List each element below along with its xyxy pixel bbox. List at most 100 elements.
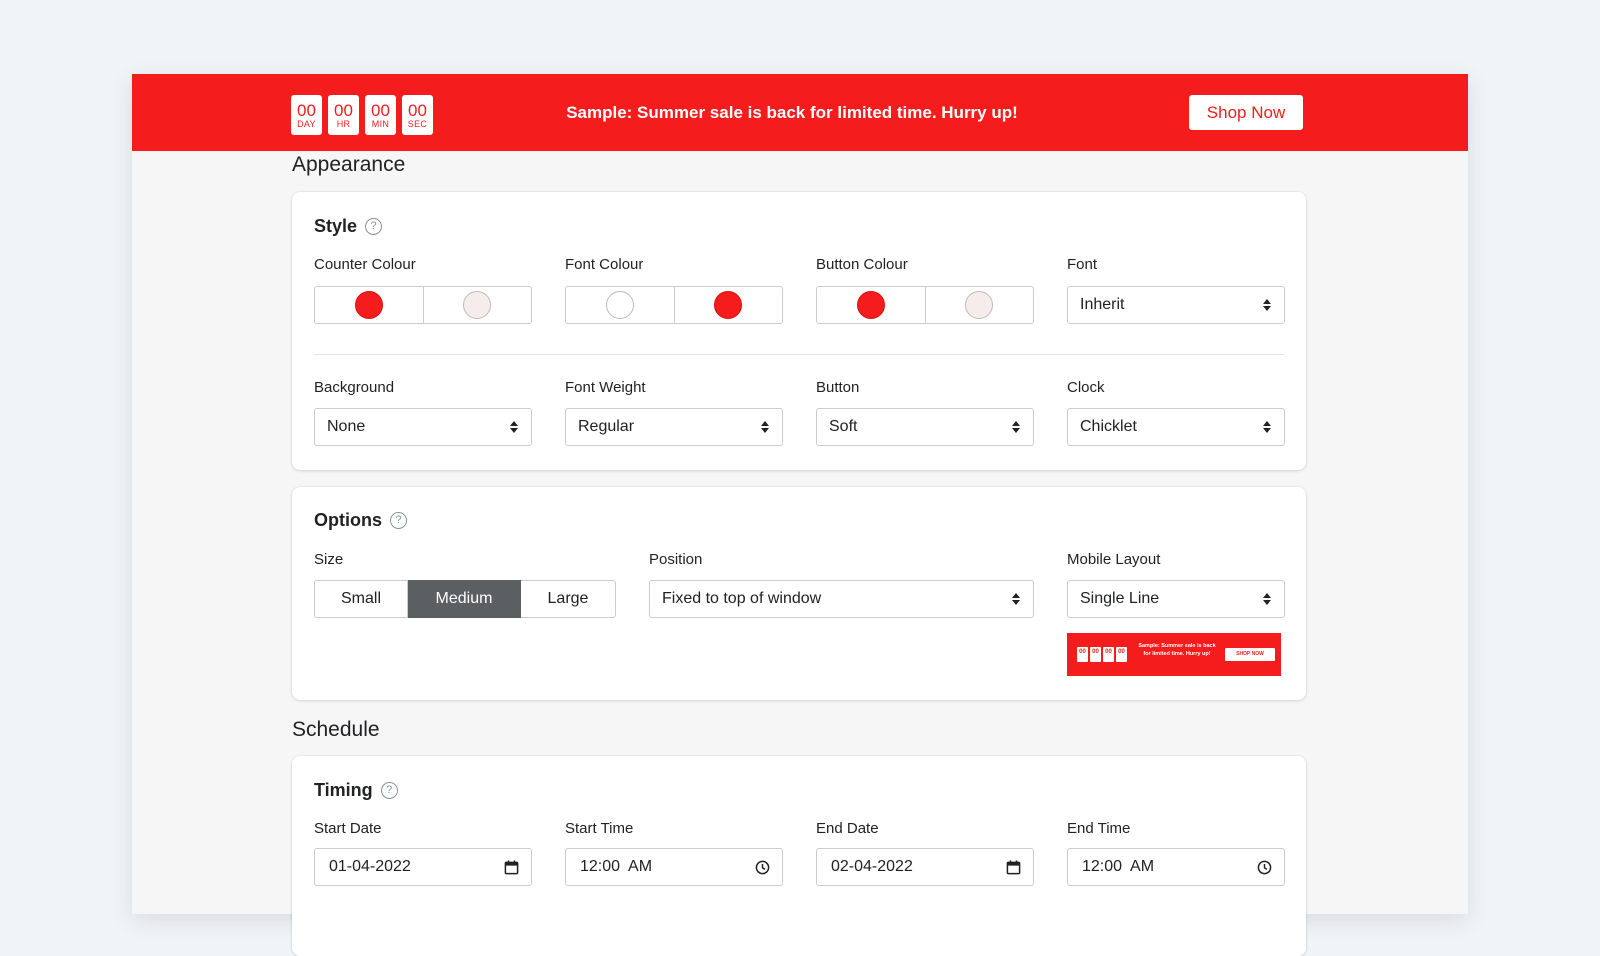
- size-option-small[interactable]: Small: [314, 580, 408, 618]
- counter-second-unit: SEC: [407, 118, 428, 129]
- mobile-layout-select[interactable]: Single Line: [1067, 580, 1285, 618]
- button-colour-picker: [816, 286, 1034, 324]
- button-style-select-value: Soft: [829, 418, 858, 435]
- counter-minute: 00 MIN: [365, 95, 396, 135]
- calendar-icon[interactable]: [1006, 860, 1021, 875]
- end-time-label: End Time: [1067, 820, 1131, 837]
- font-weight-label: Font Weight: [565, 379, 646, 396]
- shop-now-button[interactable]: Shop Now: [1189, 95, 1303, 130]
- select-arrows-icon: [1263, 297, 1271, 313]
- counter-day-unit: DAY: [297, 118, 316, 129]
- end-time-value: 12:00 AM: [1082, 858, 1155, 875]
- end-date-input[interactable]: 02-04-2022: [816, 848, 1034, 886]
- position-select-value: Fixed to top of window: [662, 590, 822, 607]
- mobile-layout-preview: 00 00 00 00 Sample: Summer sale is back …: [1067, 633, 1281, 676]
- style-title: Style ?: [314, 216, 383, 237]
- button-colour-text-swatch[interactable]: [924, 287, 1034, 323]
- color-dot: [714, 291, 743, 319]
- clock-select-value: Chicklet: [1080, 418, 1137, 435]
- countdown-banner: 00 DAY 00 HR 00 MIN 00 SEC Sample: Summe…: [132, 74, 1468, 151]
- clock-icon[interactable]: [755, 860, 770, 875]
- color-dot: [605, 291, 634, 319]
- options-title: Options ?: [314, 510, 407, 531]
- font-select[interactable]: Inherit: [1067, 286, 1285, 324]
- start-date-value: 01-04-2022: [329, 858, 411, 875]
- options-card: Options ? Size Small Medium Large Positi…: [292, 487, 1306, 700]
- button-style-label: Button: [816, 379, 860, 396]
- button-style-select[interactable]: Soft: [816, 408, 1034, 446]
- counter-hour-value: 00: [334, 100, 353, 120]
- background-select-value: None: [327, 418, 366, 435]
- font-weight-select[interactable]: Regular: [565, 408, 783, 446]
- font-colour-secondary-swatch[interactable]: [673, 287, 783, 323]
- question-circle-icon[interactable]: ?: [380, 782, 398, 799]
- position-label: Position: [649, 551, 703, 568]
- start-time-value: 12:00 AM: [580, 858, 653, 875]
- banner-message: Sample: Summer sale is back for limited …: [566, 103, 1018, 122]
- start-time-input[interactable]: 12:00 AM: [565, 848, 783, 886]
- start-time-label: Start Time: [565, 820, 634, 837]
- background-select[interactable]: None: [314, 408, 532, 446]
- counter-second-value: 00: [408, 100, 427, 120]
- color-dot: [965, 291, 994, 319]
- size-segmented-control: Small Medium Large: [314, 580, 616, 618]
- counter-minute-unit: MIN: [371, 118, 390, 129]
- select-arrows-icon: [761, 419, 769, 435]
- options-title-text: Options: [314, 510, 382, 530]
- position-select[interactable]: Fixed to top of window: [649, 580, 1034, 618]
- counter-minute-value: 00: [371, 100, 390, 120]
- select-arrows-icon: [510, 419, 518, 435]
- counter-colour-label: Counter Colour: [314, 256, 416, 273]
- counter-colour-picker: [314, 286, 532, 324]
- size-option-large[interactable]: Large: [521, 580, 616, 618]
- end-date-value: 02-04-2022: [831, 858, 913, 875]
- schedule-heading: Schedule: [292, 718, 380, 741]
- timing-title-text: Timing: [314, 780, 373, 800]
- font-colour-label: Font Colour: [565, 256, 644, 273]
- counter-second: 00 SEC: [402, 95, 433, 135]
- app-frame: 00 DAY 00 HR 00 MIN 00 SEC Sample: Summe…: [132, 74, 1468, 956]
- color-dot: [463, 291, 492, 319]
- divider: [314, 354, 1284, 355]
- style-card: Style ? Counter Colour Font Colour Butto…: [292, 192, 1306, 470]
- size-option-medium[interactable]: Medium: [408, 580, 521, 618]
- counter-day-value: 00: [297, 100, 316, 120]
- end-time-input[interactable]: 12:00 AM: [1067, 848, 1285, 886]
- counter-colour-text-swatch[interactable]: [422, 287, 532, 323]
- counter-day: 00 DAY: [291, 95, 322, 135]
- preview-message: Sample: Summer sale is back for limited …: [1138, 643, 1216, 657]
- mobile-layout-label: Mobile Layout: [1067, 551, 1161, 568]
- timing-card: Timing ? Start Date 01-04-2022 Start Tim…: [292, 756, 1306, 956]
- style-title-text: Style: [314, 216, 358, 236]
- calendar-icon[interactable]: [504, 860, 519, 875]
- color-dot: [354, 291, 383, 319]
- counter-colour-bg-swatch[interactable]: [315, 287, 423, 323]
- appearance-heading: Appearance: [292, 153, 406, 176]
- font-colour-primary-swatch[interactable]: [566, 287, 674, 323]
- preview-counter-cell: 00: [1116, 647, 1127, 662]
- counter-hour: 00 HR: [328, 95, 359, 135]
- counter-hour-unit: HR: [336, 118, 351, 129]
- question-circle-icon[interactable]: ?: [365, 218, 383, 235]
- select-arrows-icon: [1263, 419, 1271, 435]
- start-date-input[interactable]: 01-04-2022: [314, 848, 532, 886]
- button-colour-bg-swatch[interactable]: [817, 287, 925, 323]
- countdown-counter: 00 DAY 00 HR 00 MIN 00 SEC: [291, 95, 433, 135]
- clock-label: Clock: [1067, 379, 1105, 396]
- background-label: Background: [314, 379, 395, 396]
- start-date-label: Start Date: [314, 820, 382, 837]
- select-arrows-icon: [1012, 419, 1020, 435]
- font-weight-select-value: Regular: [578, 418, 635, 435]
- font-select-value: Inherit: [1080, 296, 1125, 313]
- question-circle-icon[interactable]: ?: [390, 512, 407, 529]
- button-colour-label: Button Colour: [816, 256, 908, 273]
- end-date-label: End Date: [816, 820, 879, 837]
- clock-icon[interactable]: [1257, 860, 1272, 875]
- preview-counter-cell: 00: [1077, 647, 1088, 662]
- timing-title: Timing ?: [314, 780, 398, 801]
- font-colour-picker: [565, 286, 783, 324]
- preview-counter: 00 00 00 00: [1077, 647, 1127, 662]
- preview-counter-cell: 00: [1103, 647, 1114, 662]
- color-dot: [856, 291, 885, 319]
- clock-select[interactable]: Chicklet: [1067, 408, 1285, 446]
